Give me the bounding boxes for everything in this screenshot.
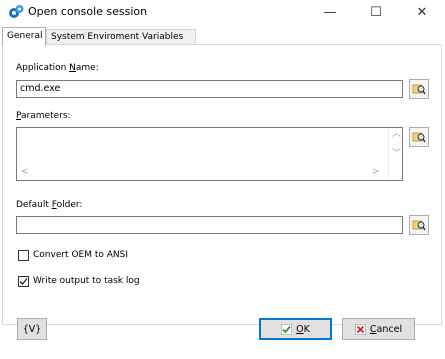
application-name-input[interactable]: cmd.exe	[16, 80, 403, 98]
application-browse-button[interactable]	[409, 79, 429, 99]
window-title: Open console session	[28, 5, 148, 18]
tab-sysenv-label: System Enviroment Variables	[51, 32, 184, 42]
title-bar: Open console session — ☐ ✕	[0, 0, 445, 24]
variables-button-label: {V}	[22, 323, 42, 335]
scroll-left-icon[interactable]: <	[21, 168, 29, 177]
ok-button-label: OK	[296, 323, 310, 335]
browse-magnifier-icon	[412, 84, 426, 95]
ok-check-icon	[281, 323, 293, 335]
browse-magnifier-icon	[412, 220, 426, 231]
tab-general-label: General	[7, 31, 43, 41]
convert-oem-option[interactable]: Convert OEM to ANSI	[18, 248, 128, 262]
parameters-label: Parameters:	[16, 111, 71, 121]
checkmark-icon	[19, 277, 28, 285]
scroll-up-icon[interactable]: ︿	[392, 130, 401, 139]
default-folder-input[interactable]	[16, 216, 403, 234]
convert-oem-label: Convert OEM to ANSI	[33, 250, 128, 260]
tab-general[interactable]: General	[2, 27, 46, 46]
write-output-checkbox[interactable]	[18, 275, 29, 287]
parameters-browse-button[interactable]	[409, 127, 429, 147]
cancel-button-label: Cancel	[369, 323, 403, 335]
write-output-option[interactable]: Write output to task log	[18, 274, 140, 288]
scroll-down-icon[interactable]: ﹀	[392, 150, 401, 159]
ok-button[interactable]: OK	[259, 318, 332, 340]
maximize-icon: ☐	[370, 4, 382, 20]
minimize-button[interactable]: —	[307, 0, 353, 24]
application-name-value: cmd.exe	[20, 83, 61, 94]
application-name-label: Application Name:	[16, 63, 99, 73]
cancel-button[interactable]: Cancel	[342, 318, 415, 340]
tab-system-environment-variables[interactable]: System Enviroment Variables	[46, 29, 196, 45]
cancel-x-icon	[354, 323, 366, 335]
parameters-horizontal-scrollbar[interactable]: < >	[17, 166, 402, 180]
write-output-label: Write output to task log	[33, 276, 140, 286]
close-icon: ✕	[416, 4, 428, 20]
browse-magnifier-icon	[412, 132, 426, 143]
scroll-right-icon[interactable]: >	[372, 168, 380, 177]
general-panel: Application Name: cmd.exe Parameters: ︿ …	[2, 44, 442, 325]
convert-oem-checkbox[interactable]	[18, 249, 29, 261]
minimize-icon: —	[323, 4, 337, 20]
app-gear-icon	[9, 5, 24, 18]
default-folder-label: Default Folder:	[16, 200, 83, 210]
maximize-button[interactable]: ☐	[353, 0, 399, 24]
close-button[interactable]: ✕	[399, 0, 445, 24]
default-folder-browse-button[interactable]	[409, 215, 429, 235]
parameters-textarea[interactable]: ︿ ﹀ < >	[16, 127, 403, 181]
variables-button[interactable]: {V}	[17, 318, 47, 340]
